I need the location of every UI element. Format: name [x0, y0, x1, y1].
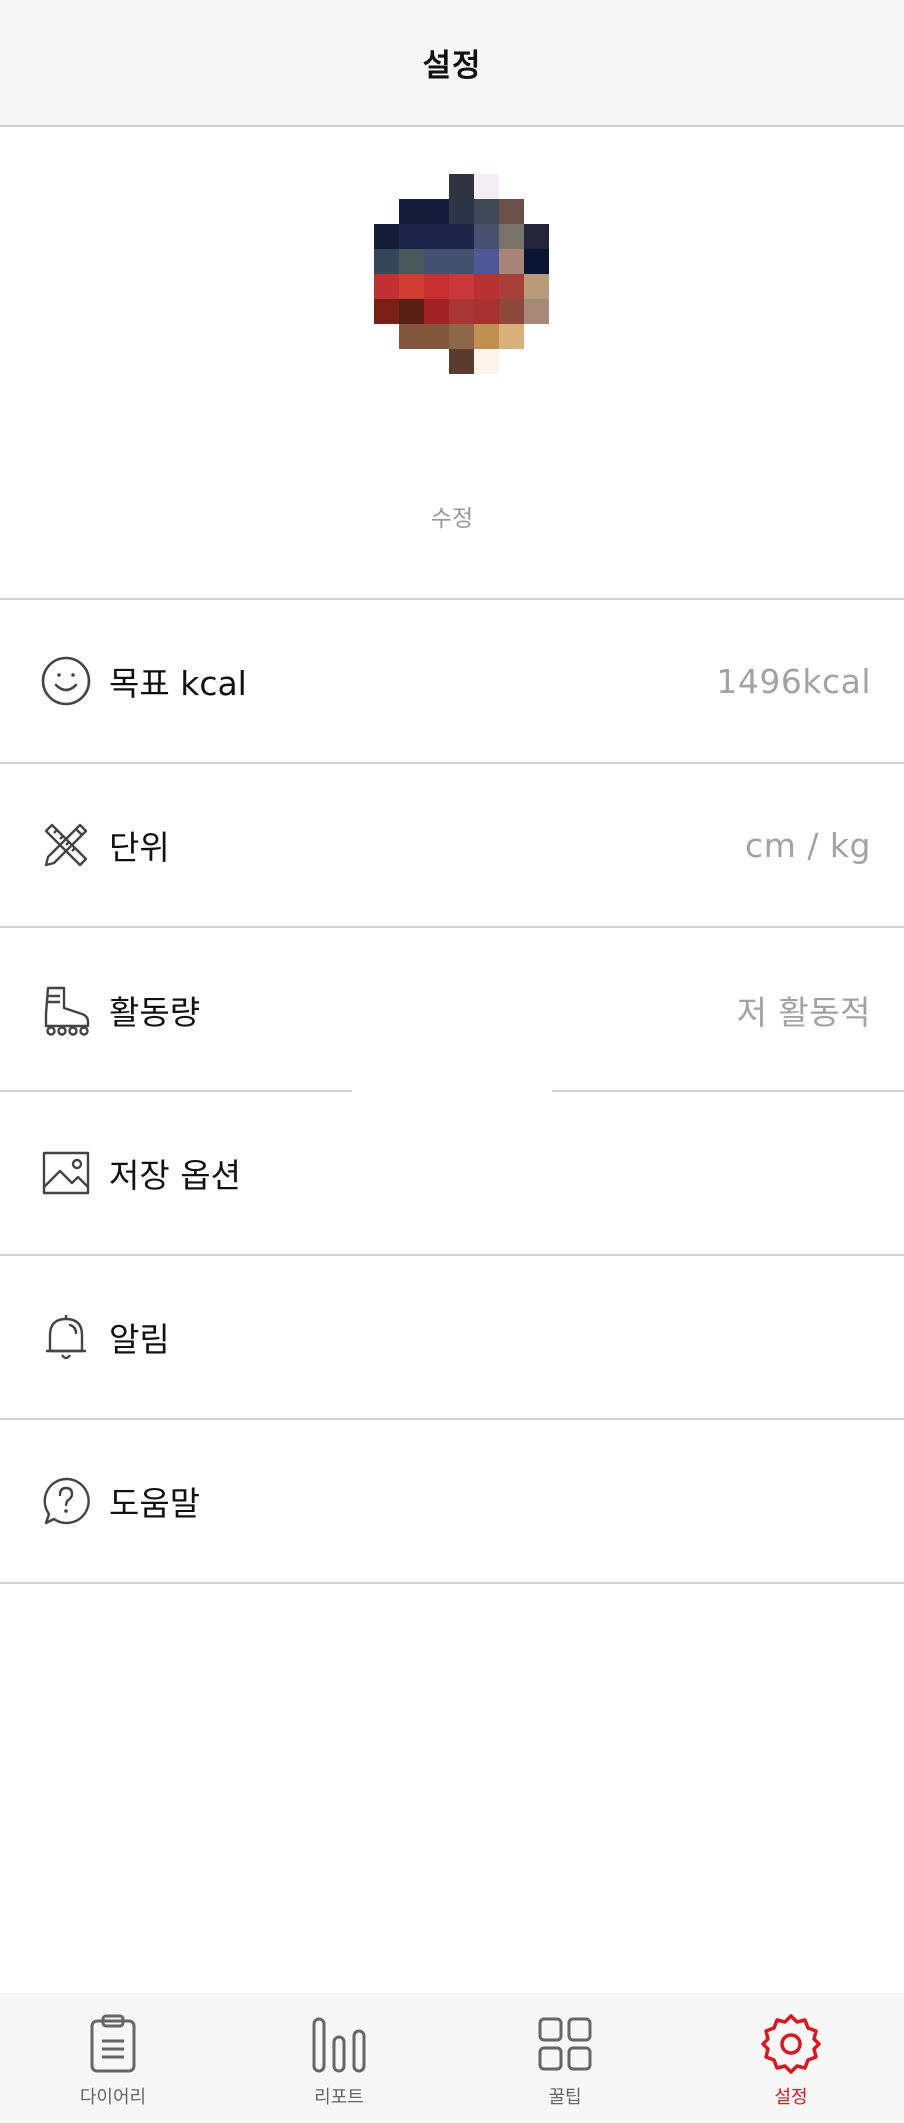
avatar-pixel — [524, 349, 549, 374]
avatar-pixel — [424, 174, 449, 199]
roller-skate-icon — [40, 984, 92, 1036]
avatar-pixel — [399, 249, 424, 274]
profile-section: 수정 — [0, 127, 904, 600]
nav-item-tips[interactable]: 꿀팁 — [452, 1993, 678, 2123]
setting-label-alarm: 알림 — [109, 1320, 170, 1359]
gear-icon — [761, 2014, 821, 2074]
avatar-pixel — [449, 249, 474, 274]
avatar-pixel — [374, 299, 399, 324]
avatar-pixel — [424, 224, 449, 249]
setting-row-help[interactable]: 도움말 — [0, 1420, 904, 1584]
image-icon — [40, 1147, 92, 1199]
avatar-pixel — [474, 249, 499, 274]
avatar-pixel — [474, 199, 499, 224]
avatar-pixel — [474, 274, 499, 299]
avatar-pixel — [374, 174, 399, 199]
nav-label-settings: 설정 — [774, 2087, 808, 2108]
avatar-pixel — [499, 349, 524, 374]
setting-value-goal: 1496kcal — [716, 661, 871, 701]
avatar-pixel — [374, 249, 399, 274]
nav-label-tips: 꿀팁 — [548, 2087, 582, 2108]
setting-row-storage[interactable]: 저장 옵션 — [0, 1092, 904, 1256]
ruler-pencil-icon — [40, 819, 92, 871]
avatar-pixel — [524, 274, 549, 299]
avatar-pixel — [374, 274, 399, 299]
avatar-pixel — [424, 349, 449, 374]
avatar-pixel — [449, 324, 474, 349]
avatar-pixel — [399, 199, 424, 224]
avatar-pixel — [424, 299, 449, 324]
avatar-pixel — [499, 174, 524, 199]
avatar-pixel — [524, 224, 549, 249]
avatar-pixel — [399, 324, 424, 349]
avatar-pixel — [449, 199, 474, 224]
avatar-pixel — [499, 199, 524, 224]
smiley-icon — [40, 655, 92, 707]
avatar-pixel — [524, 174, 549, 199]
avatar-pixel — [374, 224, 399, 249]
avatar-pixel — [474, 224, 499, 249]
avatar-pixel — [499, 249, 524, 274]
avatar-pixel — [499, 274, 524, 299]
avatar-pixel — [374, 199, 399, 224]
avatar-pixel — [424, 249, 449, 274]
avatar-pixel — [474, 174, 499, 199]
setting-label-storage: 저장 옵션 — [109, 1156, 241, 1195]
avatar-pixel — [524, 324, 549, 349]
settings-screen: 설정 수정 목표 kcal 1496kcal 단위 cm / kg 활동량 저 … — [0, 0, 904, 2123]
nav-item-report[interactable]: 리포트 — [226, 1993, 452, 2123]
avatar-pixel — [499, 224, 524, 249]
avatar-pixel — [499, 299, 524, 324]
help-question-icon — [40, 1475, 92, 1527]
avatar[interactable] — [374, 174, 550, 374]
setting-row-activity[interactable]: 활동량 저 활동적 — [0, 928, 904, 1092]
avatar-pixel — [399, 349, 424, 374]
avatar-pixel — [474, 349, 499, 374]
setting-label-goal: 목표 kcal — [109, 664, 247, 703]
avatar-pixel — [474, 299, 499, 324]
bar-chart-icon — [312, 2017, 366, 2073]
bell-icon — [40, 1311, 92, 1363]
header: 설정 — [0, 0, 904, 127]
setting-row-alarm[interactable]: 알림 — [0, 1256, 904, 1420]
setting-row-goal[interactable]: 목표 kcal 1496kcal — [0, 600, 904, 764]
avatar-pixel — [474, 324, 499, 349]
avatar-pixel — [524, 249, 549, 274]
nav-item-settings[interactable]: 설정 — [678, 1993, 904, 2123]
avatar-pixel — [399, 299, 424, 324]
avatar-pixel — [399, 224, 424, 249]
edit-profile-button[interactable]: 수정 — [0, 499, 904, 533]
avatar-pixel — [499, 324, 524, 349]
avatar-pixel — [524, 299, 549, 324]
nav-label-report: 리포트 — [314, 2087, 364, 2108]
avatar-pixel — [374, 324, 399, 349]
avatar-pixel — [449, 274, 474, 299]
setting-value-activity: 저 활동적 — [736, 993, 871, 1032]
avatar-pixel — [399, 274, 424, 299]
nav-item-diary[interactable]: 다이어리 — [0, 1993, 226, 2123]
setting-label-help: 도움말 — [109, 1484, 201, 1523]
avatar-pixel — [449, 299, 474, 324]
avatar-pixel — [424, 324, 449, 349]
setting-label-unit: 단위 — [109, 828, 170, 867]
avatar-pixel — [374, 349, 399, 374]
bottom-nav: 다이어리 리포트 꿀팁 설정 — [0, 1993, 904, 2123]
avatar-pixel — [399, 174, 424, 199]
avatar-pixel — [449, 224, 474, 249]
avatar-pixel — [424, 199, 449, 224]
avatar-pixel — [424, 274, 449, 299]
avatar-pixel — [449, 174, 474, 199]
nav-label-diary: 다이어리 — [79, 2087, 147, 2108]
setting-row-unit[interactable]: 단위 cm / kg — [0, 764, 904, 928]
clipboard-icon — [90, 2014, 136, 2073]
avatar-pixel — [449, 349, 474, 374]
setting-value-unit: cm / kg — [745, 825, 871, 865]
page-title: 설정 — [422, 48, 482, 84]
setting-label-activity: 활동량 — [109, 993, 201, 1032]
avatar-pixel — [524, 199, 549, 224]
grid-icon — [538, 2017, 592, 2071]
